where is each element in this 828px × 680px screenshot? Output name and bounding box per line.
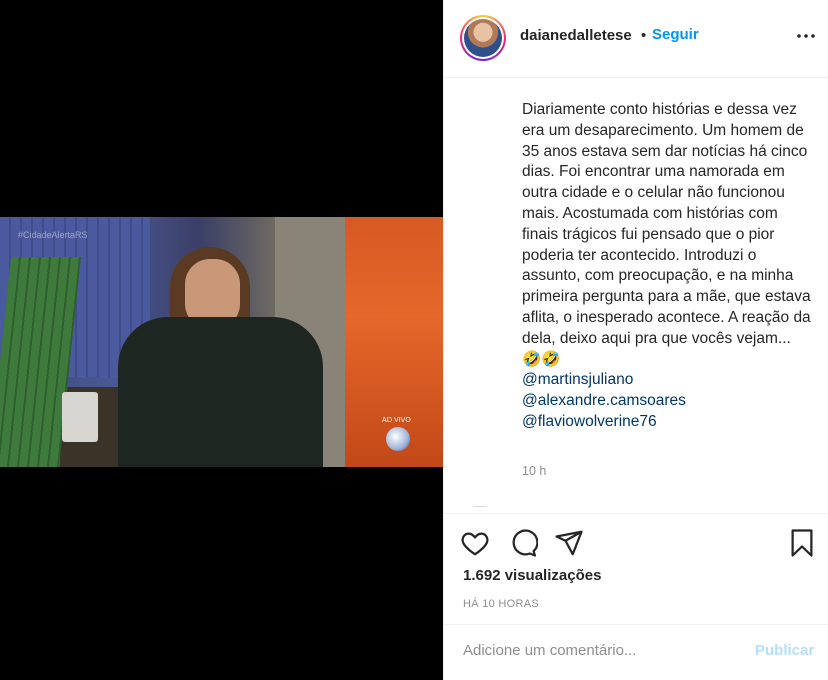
caption-text: Diariamente conto histórias e dessa vez … — [522, 101, 811, 368]
comment-bar: Publicar — [444, 624, 828, 680]
video-panel[interactable]: #CidadeAlertaRS AO VIVO — [0, 0, 443, 680]
caption-timestamp: 10 h — [522, 464, 547, 478]
video-person-body — [118, 317, 323, 467]
tv-channel-logo-icon — [386, 427, 410, 451]
scroll-divider — [474, 506, 486, 510]
avatar — [464, 19, 502, 57]
video-bucket — [62, 392, 98, 442]
action-bar: 1.692 visualizações HÁ 10 HORAS Publicar — [444, 513, 828, 680]
post-header: daianedalletese • Seguir — [444, 0, 828, 78]
video-overlay-tag: #CidadeAlertaRS — [18, 230, 88, 240]
heart-icon[interactable] — [460, 528, 490, 558]
mention-link[interactable]: @martinsjuliano — [522, 370, 812, 391]
share-icon[interactable] — [554, 528, 584, 558]
post-caption: Diariamente conto histórias e dessa vez … — [522, 100, 812, 433]
username-link[interactable]: daianedalletese — [520, 27, 632, 44]
post-timestamp: HÁ 10 HORAS — [463, 598, 540, 610]
separator-dot: • — [641, 27, 647, 44]
avatar-story-ring[interactable] — [460, 15, 506, 61]
bookmark-icon[interactable] — [787, 528, 817, 558]
mention-link[interactable]: @flaviowolverine76 — [522, 412, 812, 433]
follow-button[interactable]: Seguir — [652, 26, 699, 43]
mention-link[interactable]: @alexandre.camsoares — [522, 391, 812, 412]
views-count[interactable]: 1.692 visualizações — [463, 567, 601, 584]
comment-icon[interactable] — [508, 528, 538, 558]
live-label: AO VIVO — [382, 417, 411, 424]
more-options-icon[interactable] — [794, 24, 818, 48]
video-player[interactable]: #CidadeAlertaRS AO VIVO — [0, 217, 443, 467]
post-sidebar: daianedalletese • Seguir Diariamente con… — [443, 0, 828, 680]
publish-button[interactable]: Publicar — [755, 642, 814, 659]
comment-input[interactable] — [463, 642, 743, 659]
